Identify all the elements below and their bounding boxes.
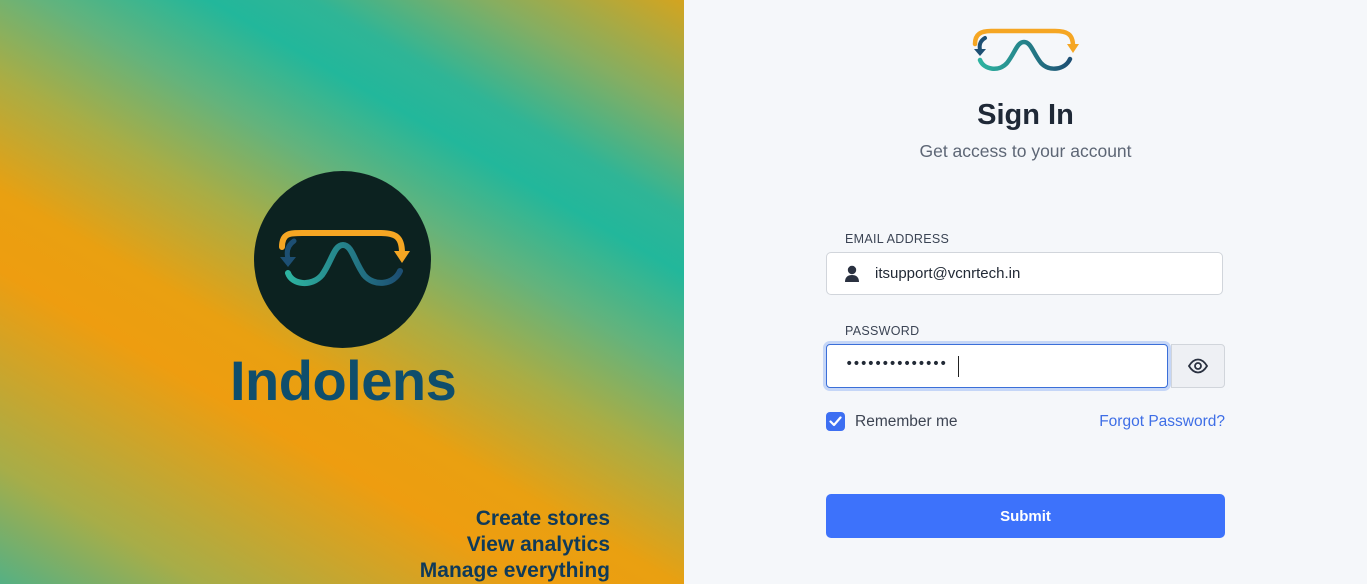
eye-icon (1188, 358, 1208, 374)
tagline-2: View analytics (466, 533, 610, 556)
password-label: PASSWORD (845, 324, 920, 338)
indolens-logo-icon (972, 28, 1079, 71)
page-subtitle: Get access to your account (919, 141, 1132, 161)
toggle-password-visibility-button[interactable] (1171, 344, 1225, 388)
password-field[interactable]: •••••••••••••• (826, 344, 1168, 388)
tagline-3: Manage everything (419, 559, 610, 582)
forgot-password-link[interactable]: Forgot Password? (1099, 413, 1225, 431)
brand-taglines: Create stores View analytics Manage ever… (420, 506, 610, 584)
remember-me-label[interactable]: Remember me (855, 413, 958, 431)
submit-button[interactable]: Submit (826, 494, 1225, 538)
user-icon (845, 265, 859, 282)
brand-panel: Indolens Create stores View analytics Ma… (0, 0, 684, 584)
page-title: Sign In (977, 99, 1074, 131)
brand-name: Indolens (230, 349, 457, 412)
indolens-logo-icon (279, 230, 410, 286)
remember-me-checkbox[interactable] (826, 412, 845, 431)
email-value: itsupport@vcnrtech.in (875, 265, 1021, 282)
email-field[interactable]: itsupport@vcnrtech.in (826, 252, 1223, 295)
tagline-1: Create stores (475, 507, 610, 530)
check-icon (829, 416, 842, 427)
password-value: •••••••••••••• (845, 356, 947, 372)
text-caret (958, 356, 959, 377)
brand-logo-badge (254, 171, 431, 348)
signin-panel: Sign In Get access to your account EMAIL… (684, 0, 1367, 584)
email-label: EMAIL ADDRESS (845, 232, 950, 246)
